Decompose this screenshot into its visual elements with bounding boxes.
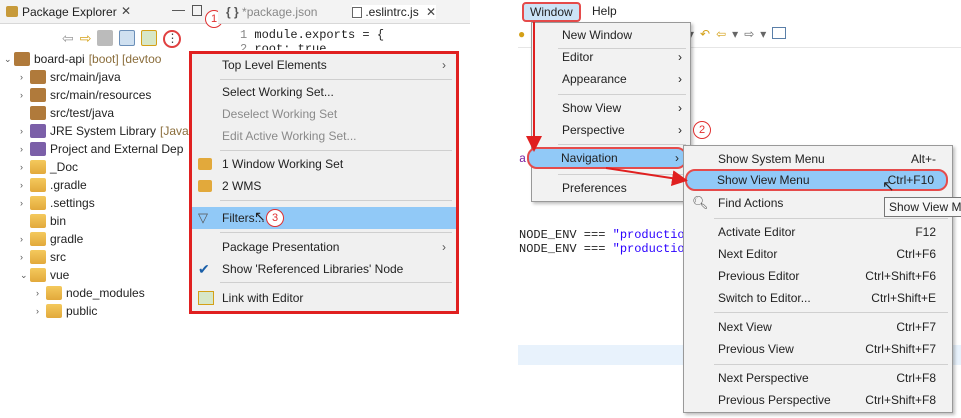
annotation-arrows (526, 22, 688, 187)
arrow-navigation-to-show-view-menu (605, 167, 688, 187)
